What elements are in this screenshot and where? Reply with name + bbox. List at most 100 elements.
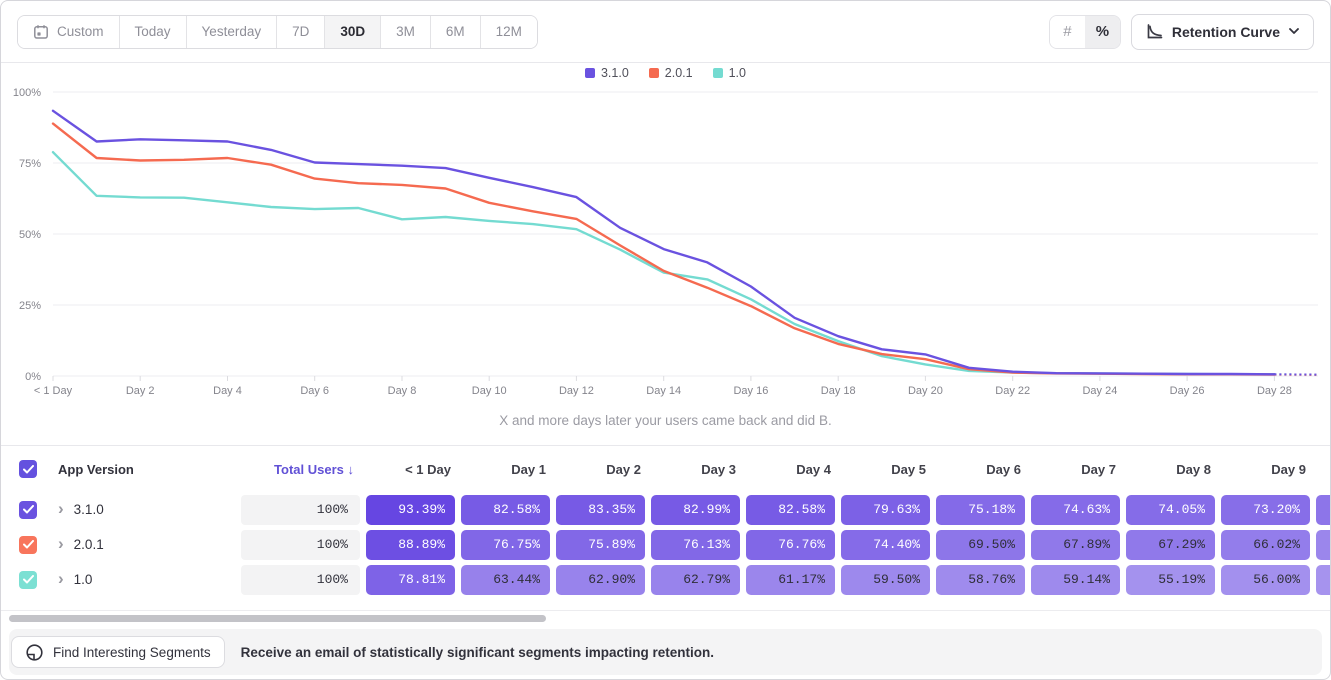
date-range-label: Yesterday [202, 24, 262, 39]
legend-item-2.0.1[interactable]: 2.0.1 [649, 66, 693, 80]
footer-note: Receive an email of statistically signif… [241, 645, 714, 660]
retention-cell-wrap: 82.58% [461, 495, 556, 525]
date-range-label: Today [135, 24, 171, 39]
retention-cell-day-8[interactable]: 55.19% [1126, 565, 1215, 595]
retention-cell-day-0[interactable]: 93.39% [366, 495, 455, 525]
retention-cell-day-9[interactable]: 66.02% [1221, 530, 1310, 560]
retention-cell-day-1[interactable]: 63.44% [461, 565, 550, 595]
date-range-custom[interactable]: Custom [18, 16, 120, 48]
retention-cell-day-10-partial[interactable] [1316, 495, 1330, 525]
date-range-6m[interactable]: 6M [431, 16, 481, 48]
number-sign-icon: # [1063, 23, 1071, 40]
retention-cell-day-8[interactable]: 74.05% [1126, 495, 1215, 525]
column-header-day-9[interactable]: Day 9 [1221, 462, 1316, 477]
number-format-button[interactable]: # [1050, 16, 1085, 48]
retention-curve-icon [1146, 23, 1163, 40]
retention-cell-day-5[interactable]: 74.40% [841, 530, 930, 560]
scrollbar-thumb[interactable] [9, 615, 546, 622]
column-header-total-users[interactable]: Total Users ↓ [241, 462, 366, 477]
row-checkbox[interactable] [19, 501, 37, 519]
date-range-30d[interactable]: 30D [325, 16, 381, 48]
column-header-day-6[interactable]: Day 6 [936, 462, 1031, 477]
retention-cell-day-6[interactable]: 69.50% [936, 530, 1025, 560]
svg-text:Day 6: Day 6 [300, 385, 329, 397]
retention-cell-day-4[interactable]: 61.17% [746, 565, 835, 595]
legend-label: 1.0 [729, 66, 746, 80]
retention-cell-wrap: 76.76% [746, 530, 841, 560]
retention-cell-day-1[interactable]: 82.58% [461, 495, 550, 525]
retention-cell-wrap: 74.40% [841, 530, 936, 560]
retention-cell-wrap: 82.99% [651, 495, 746, 525]
retention-cell-day-7[interactable]: 74.63% [1031, 495, 1120, 525]
svg-text:50%: 50% [19, 229, 41, 241]
date-range-label: 3M [396, 24, 415, 39]
svg-text:Day 20: Day 20 [908, 385, 943, 397]
column-header-day-4[interactable]: Day 4 [746, 462, 841, 477]
retention-cell-day-1[interactable]: 76.75% [461, 530, 550, 560]
expand-chevron-icon[interactable]: › [58, 535, 64, 552]
column-header-day-7[interactable]: Day 7 [1031, 462, 1126, 477]
retention-cell-day-10-partial[interactable] [1316, 565, 1330, 595]
date-range-7d[interactable]: 7D [277, 16, 325, 48]
retention-cell-day-2[interactable]: 62.90% [556, 565, 645, 595]
retention-cell-day-3[interactable]: 76.13% [651, 530, 740, 560]
chart-type-dropdown[interactable]: Retention Curve [1131, 14, 1314, 50]
retention-cell-day-2[interactable]: 75.89% [556, 530, 645, 560]
svg-text:Day 18: Day 18 [821, 385, 856, 397]
column-header-day-3[interactable]: Day 3 [651, 462, 746, 477]
legend-item-1.0[interactable]: 1.0 [713, 66, 746, 80]
column-header-day-8[interactable]: Day 8 [1126, 462, 1221, 477]
legend-item-3.1.0[interactable]: 3.1.0 [585, 66, 629, 80]
retention-cell-day-9[interactable]: 73.20% [1221, 495, 1310, 525]
retention-cell-day-0[interactable]: 88.89% [366, 530, 455, 560]
retention-cell-day-4[interactable]: 82.58% [746, 495, 835, 525]
retention-cell-wrap: 83.35% [556, 495, 651, 525]
retention-cell-day-9[interactable]: 56.00% [1221, 565, 1310, 595]
date-range-3m[interactable]: 3M [381, 16, 431, 48]
svg-text:25%: 25% [19, 300, 41, 312]
column-header-day-2[interactable]: Day 2 [556, 462, 651, 477]
retention-cell-day-6[interactable]: 58.76% [936, 565, 1025, 595]
retention-cell-day-10-partial[interactable] [1316, 530, 1330, 560]
retention-cell-day-7[interactable]: 67.89% [1031, 530, 1120, 560]
select-all-checkbox[interactable] [19, 460, 37, 478]
retention-cell-day-2[interactable]: 83.35% [556, 495, 645, 525]
table-row-2.0.1: ›2.0.1100%88.89%76.75%75.89%76.13%76.76%… [1, 527, 1330, 562]
row-checkbox[interactable] [19, 536, 37, 554]
retention-cell-wrap: 76.13% [651, 530, 746, 560]
find-interesting-segments-button[interactable]: Find Interesting Segments [11, 636, 225, 668]
retention-cell-day-8[interactable]: 67.29% [1126, 530, 1215, 560]
row-select-cell [1, 501, 58, 519]
legend-swatch [713, 68, 723, 78]
toolbar: Custom Today Yesterday 7D30D 3M 6M12M # % Ret… [1, 1, 1330, 63]
chart-type-label: Retention Curve [1172, 24, 1280, 40]
retention-cell-wrap: 62.90% [556, 565, 651, 595]
retention-cell-day-3[interactable]: 82.99% [651, 495, 740, 525]
version-label: 1.0 [74, 572, 93, 587]
retention-cell-day-7[interactable]: 59.14% [1031, 565, 1120, 595]
column-header-day-5[interactable]: Day 5 [841, 462, 936, 477]
retention-cell-wrap: 55.19% [1126, 565, 1221, 595]
retention-cell-wrap: 56.00% [1221, 565, 1316, 595]
retention-cell-day-0[interactable]: 78.81% [366, 565, 455, 595]
expand-chevron-icon[interactable]: › [58, 570, 64, 587]
total-users-value: 100% [241, 565, 360, 595]
svg-text:Day 14: Day 14 [646, 385, 681, 397]
retention-cell-day-5[interactable]: 79.63% [841, 495, 930, 525]
expand-chevron-icon[interactable]: › [58, 500, 64, 517]
row-select-cell [1, 571, 58, 589]
column-header-day-0[interactable]: < 1 Day [366, 462, 461, 477]
retention-table: App VersionTotal Users ↓< 1 DayDay 1Day … [1, 445, 1330, 611]
row-checkbox[interactable] [19, 571, 37, 589]
date-range-today[interactable]: Today [120, 16, 187, 48]
retention-line-chart[interactable]: 0%25%50%75%100%< 1 DayDay 2Day 4Day 6Day… [1, 63, 1331, 445]
date-range-yesterday[interactable]: Yesterday [187, 16, 278, 48]
retention-cell-day-5[interactable]: 59.50% [841, 565, 930, 595]
column-header-day-1[interactable]: Day 1 [461, 462, 556, 477]
date-range-12m[interactable]: 12M [481, 16, 537, 48]
retention-cell-day-6[interactable]: 75.18% [936, 495, 1025, 525]
retention-chart: 3.1.0 2.0.1 1.0 0%25%50%75%100%< 1 DayDay … [1, 63, 1330, 445]
retention-cell-day-3[interactable]: 62.79% [651, 565, 740, 595]
percent-format-button[interactable]: % [1085, 16, 1120, 48]
retention-cell-day-4[interactable]: 76.76% [746, 530, 835, 560]
